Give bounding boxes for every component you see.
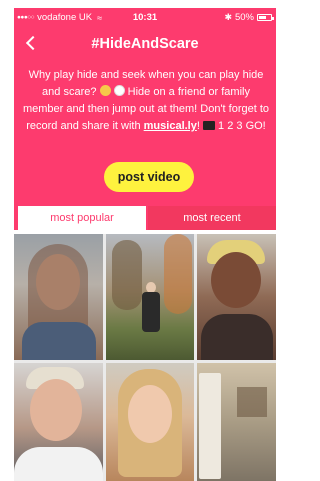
video-thumbnail[interactable]: [106, 234, 194, 360]
app-screen: ●●●○○ vodafone UK ≈ 10:31 ✱ 50% #HideAnd…: [14, 8, 276, 481]
feed-tabs: most popular most recent: [14, 206, 276, 230]
person-body: [201, 314, 273, 360]
battery-icon: [257, 14, 274, 21]
video-thumbnail[interactable]: [106, 363, 194, 481]
post-video-button[interactable]: post video: [104, 162, 194, 192]
musically-link[interactable]: musical.ly: [144, 120, 197, 132]
tree: [112, 240, 142, 310]
ghost-emoji-icon: [113, 85, 125, 96]
status-right: ✱ 50%: [224, 12, 274, 23]
battery-percent: 50%: [234, 12, 254, 23]
person-head: [30, 379, 82, 441]
tab-most-popular[interactable]: most popular: [18, 206, 146, 230]
description-countdown: 1 2 3 GO!: [218, 120, 266, 132]
cabinet: [237, 387, 267, 417]
challenge-description: Why play hide and seek when you can play…: [22, 67, 270, 135]
video-thumbnail[interactable]: [197, 363, 276, 481]
door: [199, 373, 221, 479]
video-thumbnail[interactable]: [14, 363, 103, 481]
clapper-emoji-icon: [202, 121, 215, 130]
video-grid: [14, 234, 276, 481]
status-bar: ●●●○○ vodafone UK ≈ 10:31 ✱ 50%: [14, 8, 276, 26]
person-head: [128, 385, 172, 443]
person-shirt: [14, 447, 103, 481]
hashtag-header: ●●●○○ vodafone UK ≈ 10:31 ✱ 50% #HideAnd…: [14, 8, 276, 206]
video-thumbnail[interactable]: [14, 234, 103, 360]
tab-most-recent[interactable]: most recent: [148, 206, 276, 230]
tree: [164, 234, 192, 314]
person-head: [211, 252, 261, 308]
person-body: [142, 292, 160, 332]
video-thumbnail[interactable]: [197, 234, 276, 360]
page-title: #HideAndScare: [91, 36, 199, 52]
scream-emoji-icon: [99, 85, 111, 96]
person-jacket: [22, 322, 96, 360]
bluetooth-icon: ✱: [224, 12, 232, 22]
